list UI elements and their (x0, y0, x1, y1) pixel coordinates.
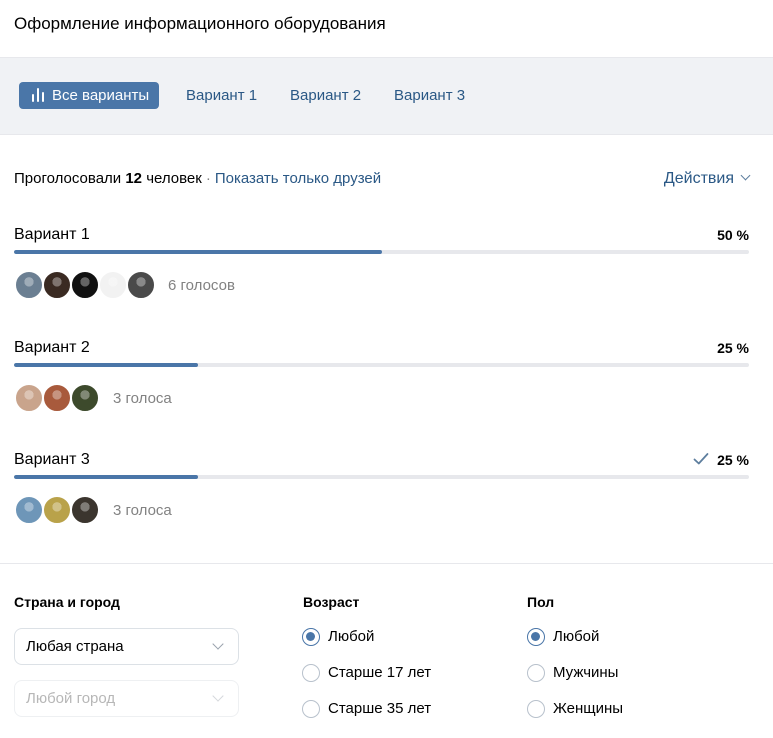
option-progress-bar (14, 363, 749, 367)
tab-variant-3[interactable]: Вариант 3 (392, 82, 467, 109)
votes-count[interactable]: 3 голоса (113, 502, 172, 520)
radio-label: Старше 17 лет (328, 664, 432, 681)
radio-label: Любой (328, 628, 375, 645)
radio-circle (527, 664, 545, 682)
radio-label: Женщины (553, 700, 624, 717)
option-progress-bar (14, 250, 749, 254)
radio-circle (527, 628, 545, 646)
voter-avatar[interactable] (42, 383, 72, 413)
checkmark-icon (693, 453, 709, 465)
poll-header: Оформление информационного оборудования (0, 0, 773, 58)
radio-circle (302, 628, 320, 646)
country-select[interactable]: Любая страна (14, 628, 239, 665)
radio-circle (527, 700, 545, 718)
votes-count[interactable]: 6 голосов (168, 277, 235, 295)
city-placeholder: Любой город (26, 690, 116, 707)
option-label: Вариант 3 (14, 451, 90, 468)
option-percent: 25 % (717, 340, 749, 356)
age-filter-title: Возраст (303, 594, 360, 610)
voters-count: 12 (125, 170, 143, 187)
voter-avatar[interactable] (42, 270, 72, 300)
radio-circle (302, 664, 320, 682)
option-progress-fill (14, 250, 382, 254)
gender-filter-title: Пол (527, 594, 555, 610)
actions-label: Действия (663, 170, 734, 187)
tab-variant-1[interactable]: Вариант 1 (184, 82, 259, 109)
radio-label: Старше 35 лет (328, 700, 432, 717)
option-label: Вариант 2 (14, 339, 90, 356)
radio-label: Любой (553, 628, 600, 645)
chevron-down-icon (212, 690, 224, 702)
voter-avatar[interactable] (14, 495, 44, 525)
chevron-down-icon (740, 170, 751, 181)
voted-prefix: Проголосовали (14, 170, 122, 187)
voter-avatar[interactable] (98, 270, 128, 300)
bar-chart-icon (31, 88, 45, 102)
voter-avatar[interactable] (70, 270, 100, 300)
voter-avatar[interactable] (42, 495, 72, 525)
voter-avatar[interactable] (126, 270, 156, 300)
tab-variant-2[interactable]: Вариант 2 (288, 82, 363, 109)
filters-panel: Страна и город Любая страна Любой город … (0, 563, 773, 738)
option-percent: 25 % (717, 452, 749, 468)
separator-dot: · (205, 170, 211, 187)
location-filter-title: Страна и город (14, 594, 120, 610)
poll-option-1[interactable]: Вариант 1 50 % 6 голосов (14, 226, 749, 306)
country-value: Любая страна (26, 638, 124, 655)
actions-dropdown[interactable]: Действия (663, 170, 751, 188)
voter-avatar[interactable] (14, 383, 44, 413)
show-friends-only-link[interactable]: Показать только друзей (215, 170, 381, 187)
poll-option-2[interactable]: Вариант 2 25 % 3 голоса (14, 339, 749, 419)
voter-avatar[interactable] (14, 270, 44, 300)
poll-title: Оформление информационного оборудования (14, 14, 386, 33)
tab-label: Все варианты (52, 87, 150, 104)
radio-circle (302, 700, 320, 718)
chevron-down-icon (212, 638, 224, 650)
poll-option-3[interactable]: Вариант 3 25 % 3 голоса (14, 451, 749, 531)
option-percent: 50 % (717, 227, 749, 243)
voters-summary: Проголосовали 12 человек · Показать только… (14, 170, 381, 188)
option-label: Вариант 1 (14, 226, 90, 243)
voted-suffix: человек (146, 170, 202, 187)
city-select[interactable]: Любой город (14, 680, 239, 717)
radio-label: Мужчины (553, 664, 619, 681)
option-progress-fill (14, 475, 198, 479)
option-progress-bar (14, 475, 749, 479)
voter-avatar[interactable] (70, 383, 100, 413)
option-progress-fill (14, 363, 198, 367)
variant-tabs: Все варианты Вариант 1 Вариант 2 Вариант… (0, 58, 773, 135)
votes-count[interactable]: 3 голоса (113, 390, 172, 408)
voter-avatar[interactable] (70, 495, 100, 525)
tab-all-variants[interactable]: Все варианты (19, 82, 160, 109)
